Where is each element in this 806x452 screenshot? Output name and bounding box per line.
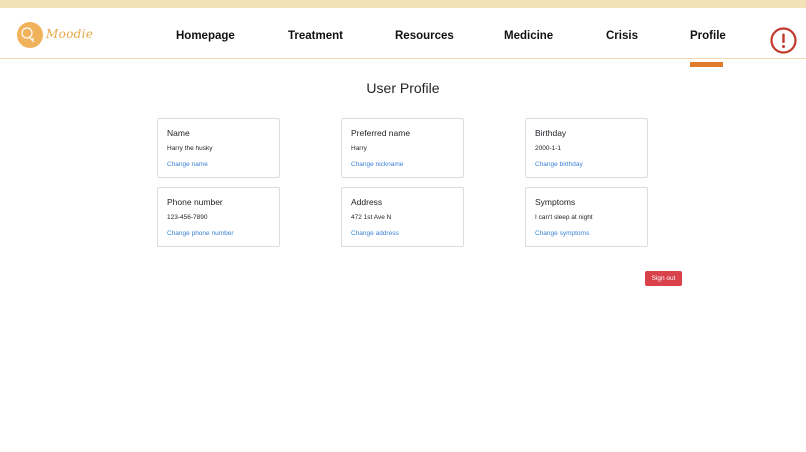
- card-value: Harry: [351, 145, 367, 152]
- logo[interactable]: Moodie: [17, 22, 93, 50]
- card-title: Address: [351, 197, 383, 207]
- card-value: I can't sleep at night: [535, 214, 593, 221]
- nav-crisis[interactable]: Crisis: [606, 30, 638, 42]
- logo-text: Moodie: [46, 27, 94, 41]
- profile-card-preferred-name: Preferred name Harry Change nickname: [341, 118, 464, 178]
- card-value: 2000-1-1: [535, 145, 562, 152]
- profile-card-birthday: Birthday 2000-1-1 Change birthday: [525, 118, 648, 178]
- nav-active-indicator: [690, 62, 723, 67]
- top-accent-strip: [0, 0, 806, 8]
- change-symptoms-link[interactable]: Change symptoms: [535, 230, 589, 237]
- card-title: Symptoms: [535, 197, 576, 207]
- exclamation-circle-icon[interactable]: [770, 27, 797, 54]
- change-phone-link[interactable]: Change phone number: [167, 230, 234, 237]
- profile-card-name: Name Harry the husky Change name: [157, 118, 280, 178]
- card-title: Phone number: [167, 197, 223, 207]
- card-value: Harry the husky: [167, 145, 213, 152]
- nav-treatment[interactable]: Treatment: [288, 30, 343, 42]
- card-value: 472 1st Ave N: [351, 214, 392, 221]
- profile-card-phone: Phone number 123-456-7890 Change phone n…: [157, 187, 280, 247]
- nav-medicine[interactable]: Medicine: [504, 30, 553, 42]
- nav-profile[interactable]: Profile: [690, 30, 726, 42]
- change-birthday-link[interactable]: Change birthday: [535, 161, 583, 168]
- card-value: 123-456-7890: [167, 214, 208, 221]
- nav-homepage[interactable]: Homepage: [176, 30, 235, 42]
- logo-icon: [17, 22, 43, 48]
- card-title: Name: [167, 128, 190, 138]
- nav-resources[interactable]: Resources: [395, 30, 454, 42]
- navbar: Moodie Homepage Treatment Resources Medi…: [0, 10, 806, 67]
- card-title: Preferred name: [351, 128, 411, 138]
- sign-out-button[interactable]: Sign out: [645, 271, 682, 286]
- profile-card-symptoms: Symptoms I can't sleep at night Change s…: [525, 187, 648, 247]
- change-address-link[interactable]: Change address: [351, 230, 399, 237]
- card-title: Birthday: [535, 128, 567, 138]
- change-name-link[interactable]: Change name: [167, 161, 208, 168]
- profile-card-address: Address 472 1st Ave N Change address: [341, 187, 464, 247]
- page-title: User Profile: [366, 80, 440, 96]
- change-nickname-link[interactable]: Change nickname: [351, 161, 403, 168]
